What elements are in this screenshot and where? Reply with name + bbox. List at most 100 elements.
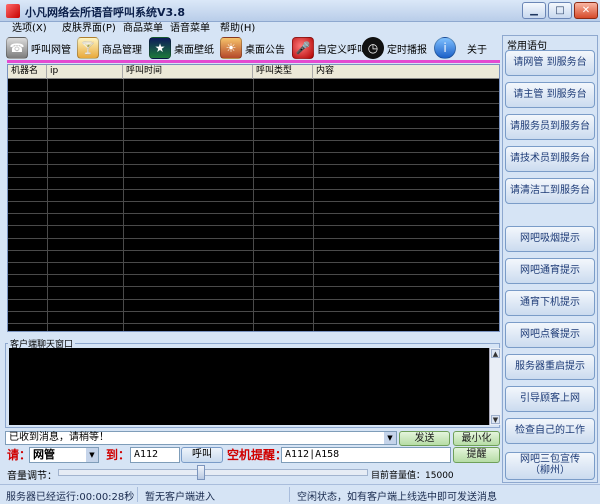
status-uptime: 服务器已经运行:00:00:28秒 [6,492,135,503]
phrase-button-sublabel: （柳州） [530,465,570,476]
phrase-button[interactable]: 请清洁工到服务台 [505,178,595,204]
phrase-button-label: 网吧点餐提示 [520,329,580,340]
idle-reminder-input[interactable]: A112|A158 [281,447,451,463]
menu-voice[interactable]: 语音菜单 [170,22,210,36]
phrase-button-label: 检查自己的工作 [515,425,585,436]
menu-skin[interactable]: 皮肤界面(P) [62,22,116,36]
phrase-button[interactable]: 引导顾客上网 [505,386,595,412]
volume-slider[interactable] [58,469,368,476]
scroll-down-icon[interactable]: ▼ [491,415,500,424]
toolbar-scheduled-button[interactable]: ◷ 定时播报 [362,36,427,60]
column-divider [123,79,124,331]
column-header-call-time[interactable]: 呼叫时间 [123,65,253,79]
wallpaper-icon: ★ [149,37,171,59]
column-divider [253,79,254,331]
phrase-button[interactable]: 请技术员到服务台 [505,146,595,172]
phrase-button[interactable]: 网吧通宵提示 [505,258,595,284]
toolbar-label: 自定义呼叫 [317,44,367,56]
role-select-value: 网管 [33,448,55,461]
toolbar-divider [7,60,500,63]
phrase-button-label: 请服务员到服务台 [510,121,590,132]
phrase-button[interactable]: 检查自己的工作 [505,418,595,444]
status-divider [137,487,138,502]
close-button[interactable]: ✕ [574,2,598,19]
phrase-button[interactable]: 网吧吸烟提示 [505,226,595,252]
toolbar-notice-button[interactable]: ☀ 桌面公告 [220,36,285,60]
chat-log[interactable] [9,348,489,425]
toolbar-custom-call-button[interactable]: 🎤 自定义呼叫 [292,36,367,60]
pager-icon: ☎ [6,37,28,59]
toolbar-label: 呼叫网管 [31,44,71,56]
info-icon: i [434,37,456,59]
menu-goods[interactable]: 商品菜单 [123,22,163,36]
menu-options[interactable]: 选项(X) [12,22,47,36]
phrase-button-label: 请主管 到服务台 [513,89,587,100]
menu-bar: 选项(X) 皮肤界面(P) 商品菜单 语音菜单 帮助(H) [0,22,500,36]
volume-slider-thumb[interactable] [196,465,205,480]
current-volume-value: 15000 [425,471,454,481]
toolbar-goods-button[interactable]: 🍸 商品管理 [77,36,142,60]
toolbar-call-admin-button[interactable]: ☎ 呼叫网管 [6,36,71,60]
call-button[interactable]: 呼叫 [181,447,223,463]
idle-reminder-label: 空机提醒： [227,448,288,462]
phrase-button-label: 请网管 到服务台 [513,57,587,68]
message-input[interactable]: 已收到消息，请稍等！ [9,432,109,444]
toolbar-label: 商品管理 [102,44,142,56]
send-button[interactable]: 发送 [399,431,450,446]
scroll-up-icon[interactable]: ▲ [491,349,500,358]
maximize-button[interactable]: □ [548,2,572,19]
status-state: 空闲状态，如有客户端上线选中即可发送消息 [297,492,497,503]
phrase-button-label: 引导顾客上网 [520,393,580,404]
phrase-button-label: 请清洁工到服务台 [510,185,590,196]
status-bar: 服务器已经运行:00:00:28秒 暂无客户端进入 空闲状态，如有客户端上线选中… [0,484,600,504]
seat-input[interactable]: A112 [130,447,180,463]
toolbar-about-button[interactable]: i 关于 [434,36,487,60]
column-divider [313,79,314,331]
message-combobox[interactable]: 已收到消息，请稍等！ ▼ [5,431,397,445]
please-label: 请： [7,448,32,462]
phrase-button-label: 请技术员到服务台 [510,153,590,164]
status-divider [289,487,290,502]
current-volume: 目前音量值：15000 [371,468,454,481]
minimize-button[interactable]: ▁ [522,2,546,19]
minimize-window-button[interactable]: 最小化 [453,431,500,446]
phrase-button[interactable]: 网吧点餐提示 [505,322,595,348]
phrase-button-label: 网吧吸烟提示 [520,233,580,244]
toolbar-label: 桌面公告 [245,44,285,56]
to-label: 到： [106,448,131,462]
phrase-button-label: 服务器重启提示 [515,361,585,372]
chat-scrollbar[interactable]: ▲ ▼ [489,348,501,425]
phrase-button-label: 网吧通宵提示 [520,265,580,276]
phrase-button[interactable]: 请主管 到服务台 [505,82,595,108]
phrase-button[interactable]: 请服务员到服务台 [505,114,595,140]
toolbar-label: 定时播报 [387,44,427,56]
phrase-button[interactable]: 网吧三包宣传 （柳州） [505,452,595,480]
column-divider [47,79,48,331]
phrase-button-label: 通宵下机提示 [520,297,580,308]
call-list-table[interactable]: 机器名 ip 呼叫时间 呼叫类型 内容 [7,64,500,332]
column-header-call-type[interactable]: 呼叫类型 [253,65,313,79]
column-header-ip[interactable]: ip [47,65,123,79]
microphone-icon: 🎤 [292,37,314,59]
remind-button[interactable]: 提醒 [453,447,500,463]
cocktail-icon: 🍸 [77,37,99,59]
window-title: 小凡网络会所语音呼叫系统V3.8 [25,6,185,19]
phrase-button[interactable]: 通宵下机提示 [505,290,595,316]
menu-help[interactable]: 帮助(H) [220,22,255,36]
toolbar-label: 桌面壁纸 [174,44,214,56]
column-header-machine[interactable]: 机器名 [8,65,47,79]
clock-icon: ◷ [362,37,384,59]
app-icon [6,4,20,18]
chevron-down-icon[interactable]: ▼ [384,432,396,444]
title-bar: 小凡网络会所语音呼叫系统V3.8 ▁ □ ✕ [0,0,600,22]
toolbar: ☎ 呼叫网管 🍸 商品管理 ★ 桌面壁纸 ☀ 桌面公告 🎤 自定义呼叫 ◷ 定时… [2,36,500,60]
current-volume-label: 目前音量值： [371,471,426,481]
phrase-button[interactable]: 请网管 到服务台 [505,50,595,76]
role-select[interactable]: 网管 ▼ [29,447,99,463]
phrase-button[interactable]: 服务器重启提示 [505,354,595,380]
phrase-button-label: 网吧三包宣传 [520,454,580,465]
column-header-content[interactable]: 内容 [313,65,499,79]
toolbar-wallpaper-button[interactable]: ★ 桌面壁纸 [149,36,214,60]
volume-label: 音量调节： [7,471,57,482]
chevron-down-icon[interactable]: ▼ [86,448,98,462]
